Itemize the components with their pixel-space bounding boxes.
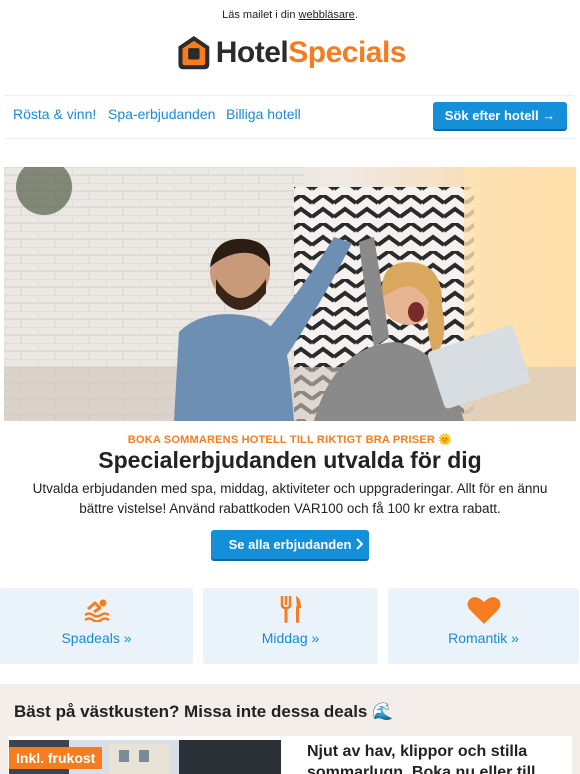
nav-divider-top <box>4 95 574 96</box>
search-hotels-button[interactable]: Sök efter hotell → <box>433 102 567 129</box>
hero-photo <box>4 167 576 421</box>
house-logo-icon <box>178 35 210 70</box>
promo-headline: Specialerbjudanden utvalda för dig <box>98 447 482 473</box>
see-all-offers-label: Se alla erbjudanden <box>228 537 352 552</box>
category-label-romance: Romantik » <box>448 630 519 646</box>
swimmer-icon <box>83 599 110 622</box>
nav-link-vote[interactable]: Rösta & vinn! <box>13 106 96 122</box>
category-label-dinner: Middag » <box>261 630 320 646</box>
promo-eyebrow: BOKA SOMMARENS HOTELL TILL RIKTIGT BRA P… <box>127 434 453 446</box>
category-label-spa: Spadeals » <box>61 630 132 646</box>
nav-divider-bottom <box>4 138 574 139</box>
hotelspecials-logo[interactable]: HotelSpecials <box>176 28 406 78</box>
preheader-suffix: . <box>354 9 358 21</box>
logo-wordmark: HotelSpecials <box>215 36 407 69</box>
nav-link-spa-offers[interactable]: Spa-erbjudanden <box>108 106 215 122</box>
see-all-offers-button[interactable]: Se alla erbjudanden <box>211 530 369 559</box>
logo-word-specials: Specials <box>288 36 406 69</box>
west-coast-title: Bäst på västkusten? Missa inte dessa dea… <box>14 702 394 721</box>
preheader-text: Läs mailet i din <box>222 9 299 21</box>
chevron-right-icon <box>356 538 363 550</box>
preheader: Läs mailet i din webbläsare. <box>0 9 580 21</box>
browser-link[interactable]: webbläsare <box>299 9 355 21</box>
hero-image[interactable] <box>4 167 576 421</box>
breakfast-included-badge: Inkl. frukost <box>9 747 103 769</box>
category-tile-dinner[interactable]: Middag » <box>203 588 378 664</box>
nav-link-cheap-hotels[interactable]: Billiga hotell <box>226 106 301 122</box>
logo-word-hotel: Hotel <box>215 36 289 69</box>
category-tile-romance[interactable]: Romantik » <box>388 588 579 664</box>
heart-icon <box>467 597 500 624</box>
category-tile-spa[interactable]: Spadeals » <box>0 588 193 664</box>
deal-description: Njut av hav, klippor och stilla sommarlu… <box>307 743 536 774</box>
promo-body: Utvalda erbjudanden med spa, middag, akt… <box>32 481 548 516</box>
fork-knife-icon <box>280 596 301 623</box>
